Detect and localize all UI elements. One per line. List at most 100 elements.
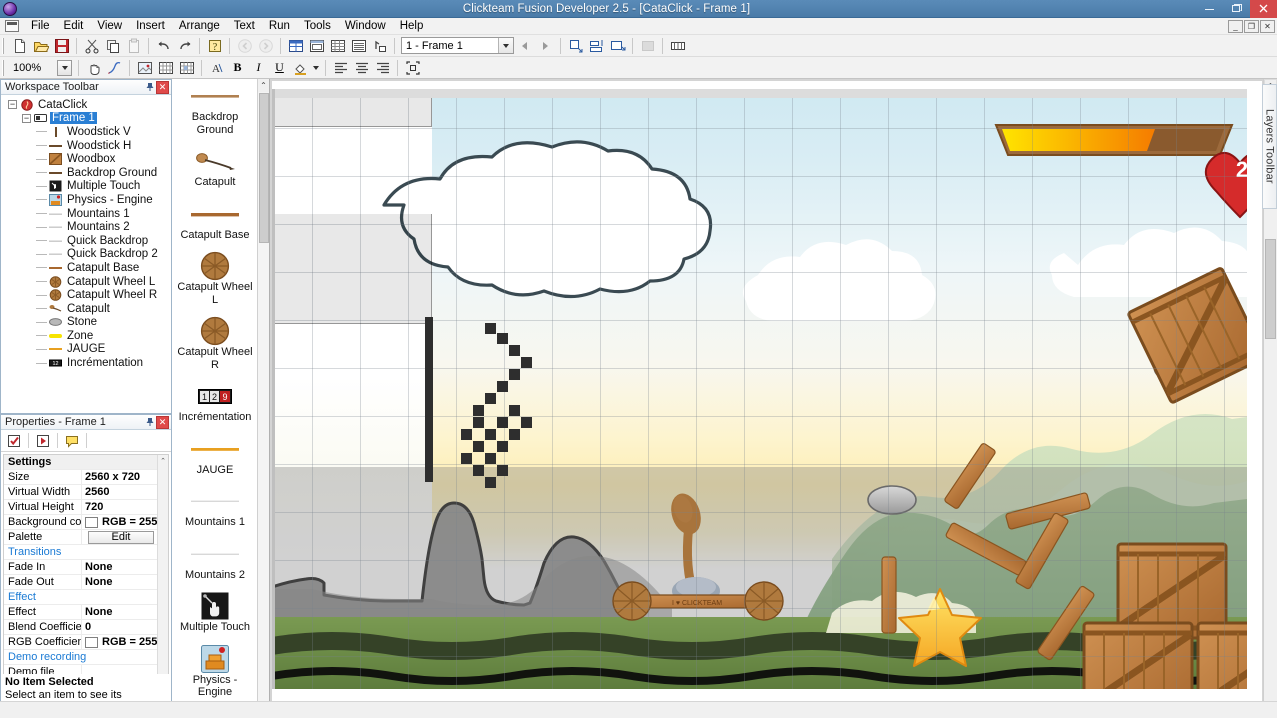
fill-color-icon[interactable]: [290, 58, 311, 78]
help-question-icon[interactable]: ?: [204, 36, 225, 56]
property-value-cell[interactable]: None: [82, 575, 157, 589]
runtime-tab-icon[interactable]: [33, 431, 53, 450]
tree-item-physics-engine[interactable]: Physics - Engine: [3, 193, 171, 207]
expand-toggle-icon[interactable]: −: [8, 100, 17, 110]
object-toolbar-item-catapult-wheel-l[interactable]: Catapult Wheel L: [172, 249, 258, 314]
pan-hand-icon[interactable]: [83, 58, 104, 78]
menu-text[interactable]: Text: [227, 18, 262, 34]
tree-item-catapult-wheel-r[interactable]: Catapult Wheel R: [3, 288, 171, 302]
tree-item-backdrop-ground[interactable]: Backdrop Ground: [3, 166, 171, 180]
scrollbar-thumb[interactable]: [259, 93, 269, 243]
nav-back-icon[interactable]: [234, 36, 255, 56]
frame-editor[interactable]: I ♥ CLICKTEAM 2: [270, 79, 1277, 718]
object-toolbar-item-multiple-touch[interactable]: Multiple Touch: [172, 589, 258, 642]
menu-file[interactable]: File: [24, 18, 57, 34]
event-list-icon[interactable]: [348, 36, 369, 56]
object-toolbar-item-mountains-2[interactable]: Mountains 2: [172, 537, 258, 590]
object-toolbar-item-backdrop-ground[interactable]: Backdrop Ground: [172, 79, 258, 144]
run-application-icon[interactable]: [637, 36, 658, 56]
event-editor-icon[interactable]: [327, 36, 348, 56]
format-toolbar-grip[interactable]: [2, 59, 6, 76]
background-image-icon[interactable]: [134, 58, 155, 78]
menu-insert[interactable]: Insert: [129, 18, 172, 34]
pin-icon[interactable]: [143, 81, 156, 94]
property-value-cell[interactable]: Edit: [82, 530, 157, 544]
properties-row-blend-coefficient[interactable]: Blend Coefficient0: [4, 620, 157, 635]
redo-arrow-icon[interactable]: [174, 36, 195, 56]
text-direction-icon[interactable]: A: [206, 58, 227, 78]
properties-row-background-color[interactable]: Background color RGB = 255, 255,: [4, 515, 157, 530]
copy-icon[interactable]: [102, 36, 123, 56]
tree-item-jauge[interactable]: JAUGE: [3, 343, 171, 357]
line-tool-icon[interactable]: [104, 58, 125, 78]
scroll-up-icon[interactable]: ⌃: [158, 455, 168, 466]
color-swatch[interactable]: [85, 636, 98, 648]
property-value-cell[interactable]: None: [82, 560, 157, 574]
tree-item-catapult-base[interactable]: Catapult Base: [3, 261, 171, 275]
tree-item-stone[interactable]: Stone: [3, 316, 171, 330]
toolbar-grip[interactable]: [2, 37, 6, 54]
close-button[interactable]: [1250, 0, 1277, 18]
tree-item-mountains-2[interactable]: Mountains 2: [3, 220, 171, 234]
tree-item-mountains-1[interactable]: Mountains 1: [3, 207, 171, 221]
select-all-icon[interactable]: [402, 58, 423, 78]
align-center-icon[interactable]: [351, 58, 372, 78]
chevron-down-icon[interactable]: [498, 38, 513, 53]
zoom-dropdown-button[interactable]: [57, 59, 72, 76]
italic-icon[interactable]: I: [248, 58, 269, 78]
close-icon[interactable]: ✕: [156, 80, 169, 94]
object-toolbar-item-incr-mentation[interactable]: 1 2 9 Incrémentation: [172, 379, 258, 432]
grid-snap-icon[interactable]: [176, 58, 197, 78]
menu-view[interactable]: View: [90, 18, 129, 34]
fill-color-dropdown-icon[interactable]: [311, 58, 321, 78]
cut-scissors-icon[interactable]: [81, 36, 102, 56]
next-frame-button[interactable]: [535, 36, 556, 56]
open-folder-icon[interactable]: [30, 36, 51, 56]
step-through-icon[interactable]: [369, 36, 390, 56]
minimize-button[interactable]: [1196, 0, 1223, 18]
menu-arrange[interactable]: Arrange: [172, 18, 227, 34]
bold-icon[interactable]: B: [227, 58, 248, 78]
save-disk-icon[interactable]: [51, 36, 72, 56]
scrollbar-thumb[interactable]: [1265, 239, 1276, 339]
color-swatch[interactable]: [85, 516, 98, 528]
nav-forward-icon[interactable]: [255, 36, 276, 56]
tree-node-frame-1[interactable]: − Frame 1: [3, 112, 171, 126]
properties-row-rgb-coefficient[interactable]: RGB Coefficient RGB = 255, 255,: [4, 635, 157, 650]
align-left-icon[interactable]: [330, 58, 351, 78]
object-toolbar-item-catapult-base[interactable]: Catapult Base: [172, 197, 258, 250]
settings-tab-icon[interactable]: [4, 431, 24, 450]
mdi-document-icon[interactable]: [5, 20, 19, 32]
game-scene[interactable]: I ♥ CLICKTEAM 2: [272, 89, 1247, 689]
tree-item-woodstick-v[interactable]: Woodstick V: [3, 125, 171, 139]
properties-row-palette[interactable]: Palette Edit: [4, 530, 157, 545]
expand-toggle-icon[interactable]: −: [22, 113, 31, 123]
property-value-cell[interactable]: RGB = 255, 255,: [82, 515, 157, 529]
properties-row-effect[interactable]: Effect None: [4, 605, 157, 620]
property-value-cell[interactable]: 2560 x 720: [82, 470, 157, 484]
menu-run[interactable]: Run: [262, 18, 297, 34]
run-frame-icon[interactable]: [667, 36, 688, 56]
prev-frame-button[interactable]: [514, 36, 535, 56]
undo-arrow-icon[interactable]: [153, 36, 174, 56]
tree-item-zone[interactable]: Zone: [3, 329, 171, 343]
object-toolbar-item-catapult-wheel-r[interactable]: Catapult Wheel R: [172, 314, 258, 379]
create-object-icon[interactable]: [565, 36, 586, 56]
align-objects-icon[interactable]: [586, 36, 607, 56]
paste-icon[interactable]: [123, 36, 144, 56]
mdi-maximize-button[interactable]: ❐: [1244, 20, 1259, 33]
menu-help[interactable]: Help: [393, 18, 431, 34]
new-frame-icon[interactable]: [607, 36, 628, 56]
property-value-cell[interactable]: 2560: [82, 485, 157, 499]
scroll-up-icon[interactable]: ⌃: [258, 79, 269, 92]
storyboard-editor-icon[interactable]: [285, 36, 306, 56]
tree-item-woodstick-h[interactable]: Woodstick H: [3, 139, 171, 153]
tree-item-quick-backdrop[interactable]: Quick Backdrop: [3, 234, 171, 248]
frame-selector[interactable]: 1 - Frame 1: [401, 37, 514, 54]
frame-canvas[interactable]: I ♥ CLICKTEAM 2: [272, 81, 1262, 701]
properties-row-virtual-width[interactable]: Virtual Width 2560: [4, 485, 157, 500]
pin-icon[interactable]: [143, 416, 156, 429]
menu-tools[interactable]: Tools: [297, 18, 338, 34]
layers-toolbar-tab[interactable]: Layers Toolbar: [1262, 84, 1277, 209]
mdi-close-button[interactable]: ✕: [1260, 20, 1275, 33]
